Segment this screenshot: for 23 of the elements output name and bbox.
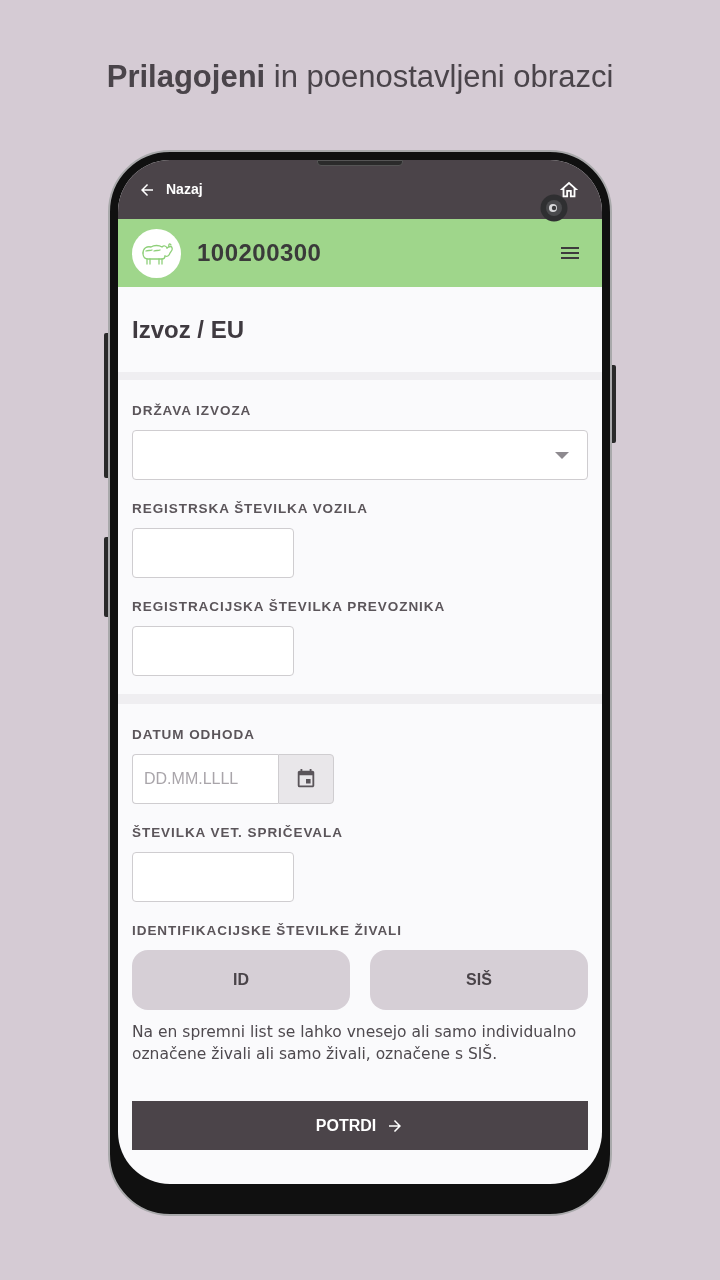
option-button[interactable]: SIŠ	[370, 950, 588, 1010]
calendar-icon	[295, 768, 317, 790]
back-button[interactable]: Nazaj	[138, 179, 203, 200]
date-input[interactable]: DD.MM.LLLL	[132, 754, 278, 804]
caret-icon	[555, 451, 569, 459]
text-input[interactable]	[132, 626, 294, 676]
field-label: DRŽAVA IZVOZA	[132, 403, 253, 419]
headline: Prilagojeni in poenostavljeni obrazci	[106, 60, 614, 94]
animal-logo-icon	[132, 228, 181, 278]
dropdown-field[interactable]	[132, 430, 588, 480]
field-label: REGISTRACIJSKA ŠTEVILKA PREVOZNIKA	[132, 599, 447, 615]
option-button[interactable]: ID	[132, 950, 350, 1010]
page-title: Izvoz / EU	[132, 314, 245, 345]
text-input[interactable]	[132, 528, 294, 578]
confirm-button[interactable]: POTRDI	[132, 1101, 588, 1150]
field-label: REGISTRSKA ŠTEVILKA VOZILA	[132, 501, 369, 517]
info-note: Na en spremni list se lahko vnesejo ali samo individualno označene živali ali samo živali, označene s SIŠ.	[132, 1022, 578, 1065]
field-label: DATUM ODHODA	[132, 727, 256, 743]
field-label: ŠTEVILKA VET. SPRIČEVALA	[132, 825, 344, 841]
calendar-button[interactable]	[278, 754, 334, 804]
field-label: IDENTIFIKACIJSKE ŠTEVILKE ŽIVALI	[132, 923, 403, 939]
text-input[interactable]	[132, 852, 294, 902]
header-title: 100200300	[197, 238, 322, 268]
